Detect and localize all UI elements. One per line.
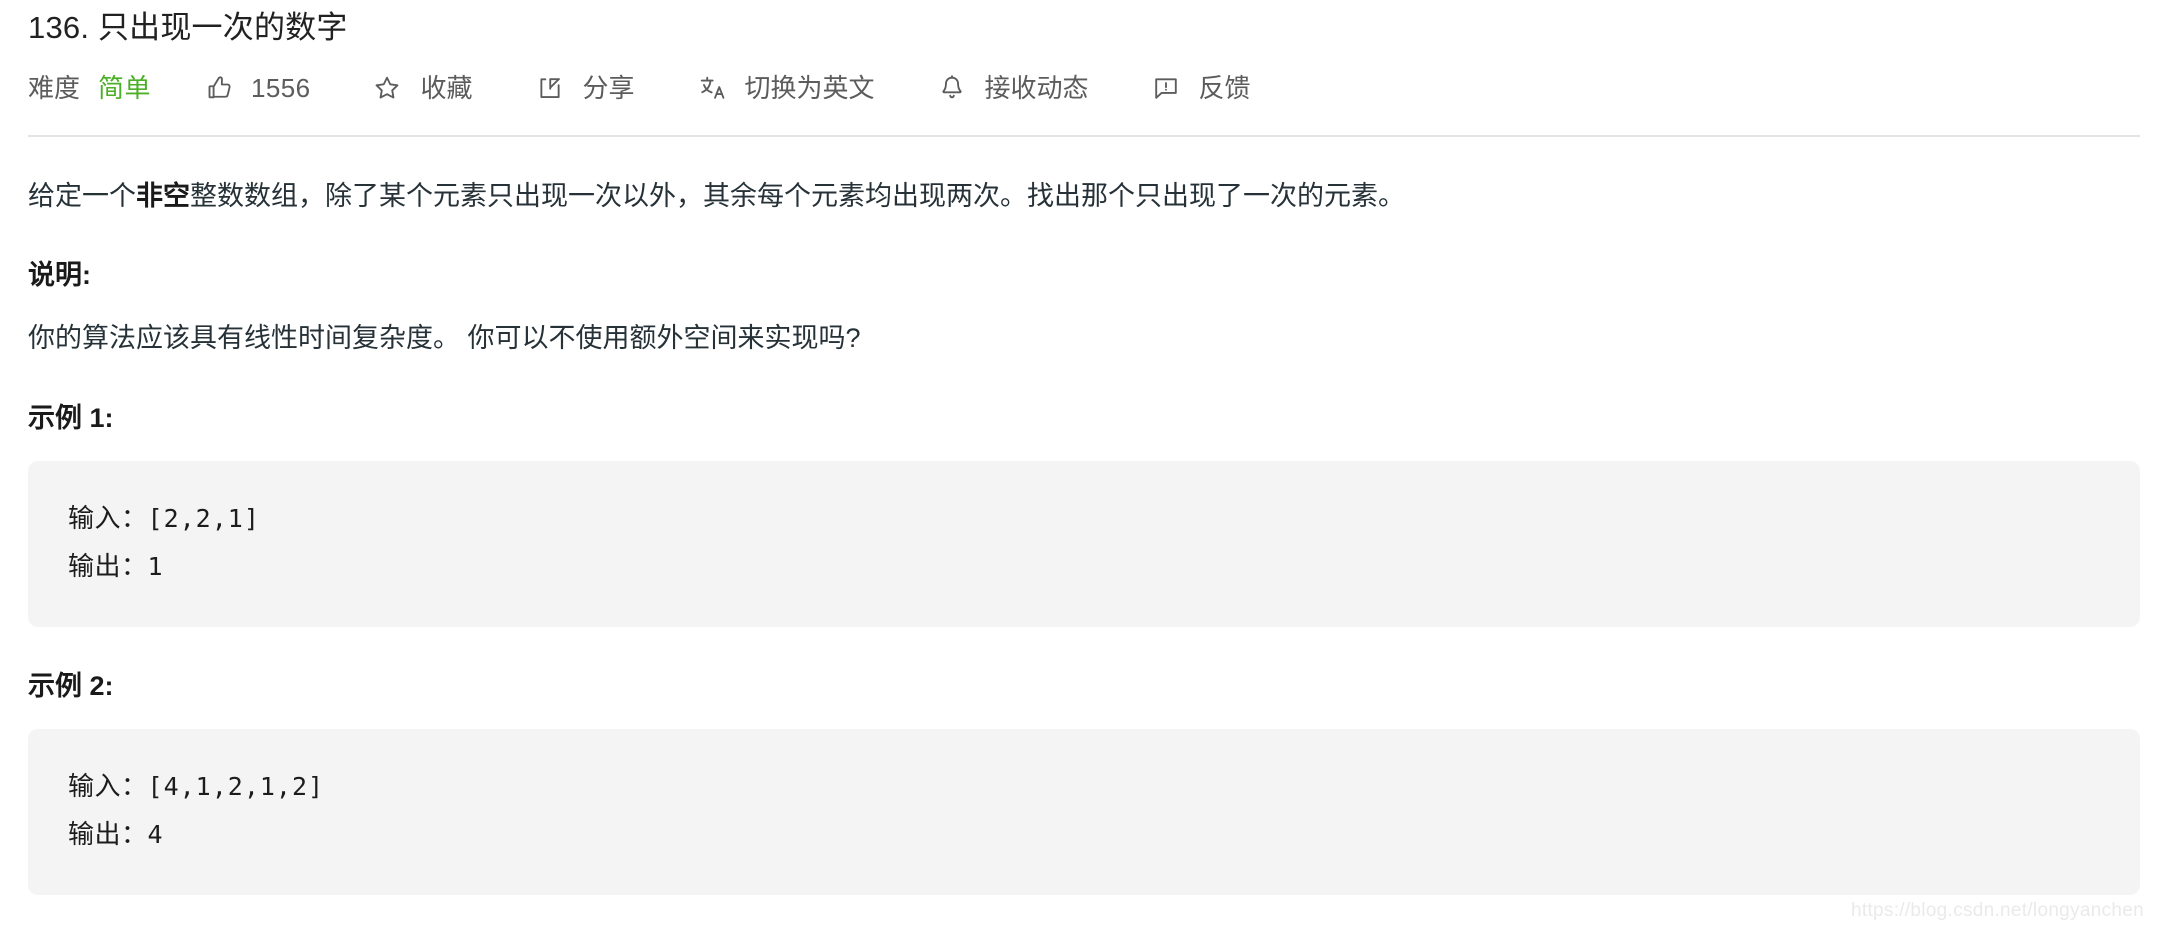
subscribe-label: 接收动态 (984, 73, 1089, 103)
example-1-output-value: 1 (147, 552, 164, 581)
star-icon (372, 73, 402, 103)
notes-heading: 说明: (28, 260, 91, 290)
share-icon (535, 73, 565, 103)
example-1-output-line: 输出：1 (68, 543, 2140, 591)
translate-icon (697, 73, 727, 103)
example-2-output-line: 输出：4 (68, 811, 2140, 859)
share-button[interactable]: 分享 (535, 73, 635, 103)
example-1-input-label: 输入： (68, 504, 148, 534)
example-2-input-line: 输入：[4,1,2,1,2] (68, 763, 2140, 811)
thumbs-up-icon (205, 73, 235, 103)
example-1-heading: 示例 1: (28, 403, 114, 433)
favorite-label: 收藏 (420, 73, 473, 103)
example-2-heading: 示例 2: (28, 671, 114, 701)
difficulty-value: 简单 (98, 73, 152, 103)
problem-toolbar: 难度 简单 1556 收藏 分享 切换为英文 接收动态 反馈 (28, 58, 2140, 118)
description-part-2: 整数数组，除了某个元素只出现一次以外，其余每个元素均出现两次。找出那个只出现了一… (190, 181, 1405, 211)
watermark: https://blog.csdn.net/longyanchen (1851, 900, 2144, 921)
feedback-label: 反馈 (1198, 73, 1251, 103)
problem-description: 给定一个非空整数数组，除了某个元素只出现一次以外，其余每个元素均出现两次。找出那… (28, 145, 2140, 217)
bell-icon (937, 73, 967, 103)
vote-button[interactable]: 1556 (205, 73, 310, 103)
problem-content: 给定一个非空整数数组，除了某个元素只出现一次以外，其余每个元素均出现两次。找出那… (28, 137, 2140, 895)
example-2-code-block: 输入：[4,1,2,1,2] 输出：4 (28, 729, 2140, 895)
notes-text: 你的算法应该具有线性时间复杂度。 你可以不使用额外空间来实现吗? (28, 323, 861, 353)
favorite-button[interactable]: 收藏 (372, 73, 473, 103)
difficulty-group: 难度 简单 (28, 75, 151, 101)
example-1-input-line: 输入：[2,2,1] (68, 495, 2140, 543)
example-1-input-value: [2,2,1] (147, 504, 260, 533)
vote-count: 1556 (251, 73, 311, 103)
example-2-input-value: [4,1,2,1,2] (147, 772, 325, 801)
description-emphasis: 非空 (136, 181, 190, 211)
share-label: 分享 (582, 73, 635, 103)
example-1-code-block: 输入：[2,2,1] 输出：1 (28, 461, 2140, 627)
feedback-button[interactable]: 反馈 (1151, 73, 1251, 103)
example-2-output-label: 输出： (68, 820, 148, 850)
difficulty-label: 难度 (28, 73, 81, 103)
subscribe-button[interactable]: 接收动态 (937, 73, 1089, 103)
switch-language-label: 切换为英文 (744, 73, 875, 103)
problem-page: 136. 只出现一次的数字 难度 简单 1556 收藏 分享 切换为英文 接收动… (0, 0, 2168, 928)
example-2-input-label: 输入： (68, 772, 148, 802)
example-1-output-label: 输出： (68, 552, 148, 582)
switch-language-button[interactable]: 切换为英文 (697, 73, 875, 103)
example-2-output-value: 4 (147, 820, 164, 849)
description-part-1: 给定一个 (28, 181, 136, 211)
feedback-icon (1151, 73, 1181, 103)
page-title: 136. 只出现一次的数字 (28, 10, 348, 45)
